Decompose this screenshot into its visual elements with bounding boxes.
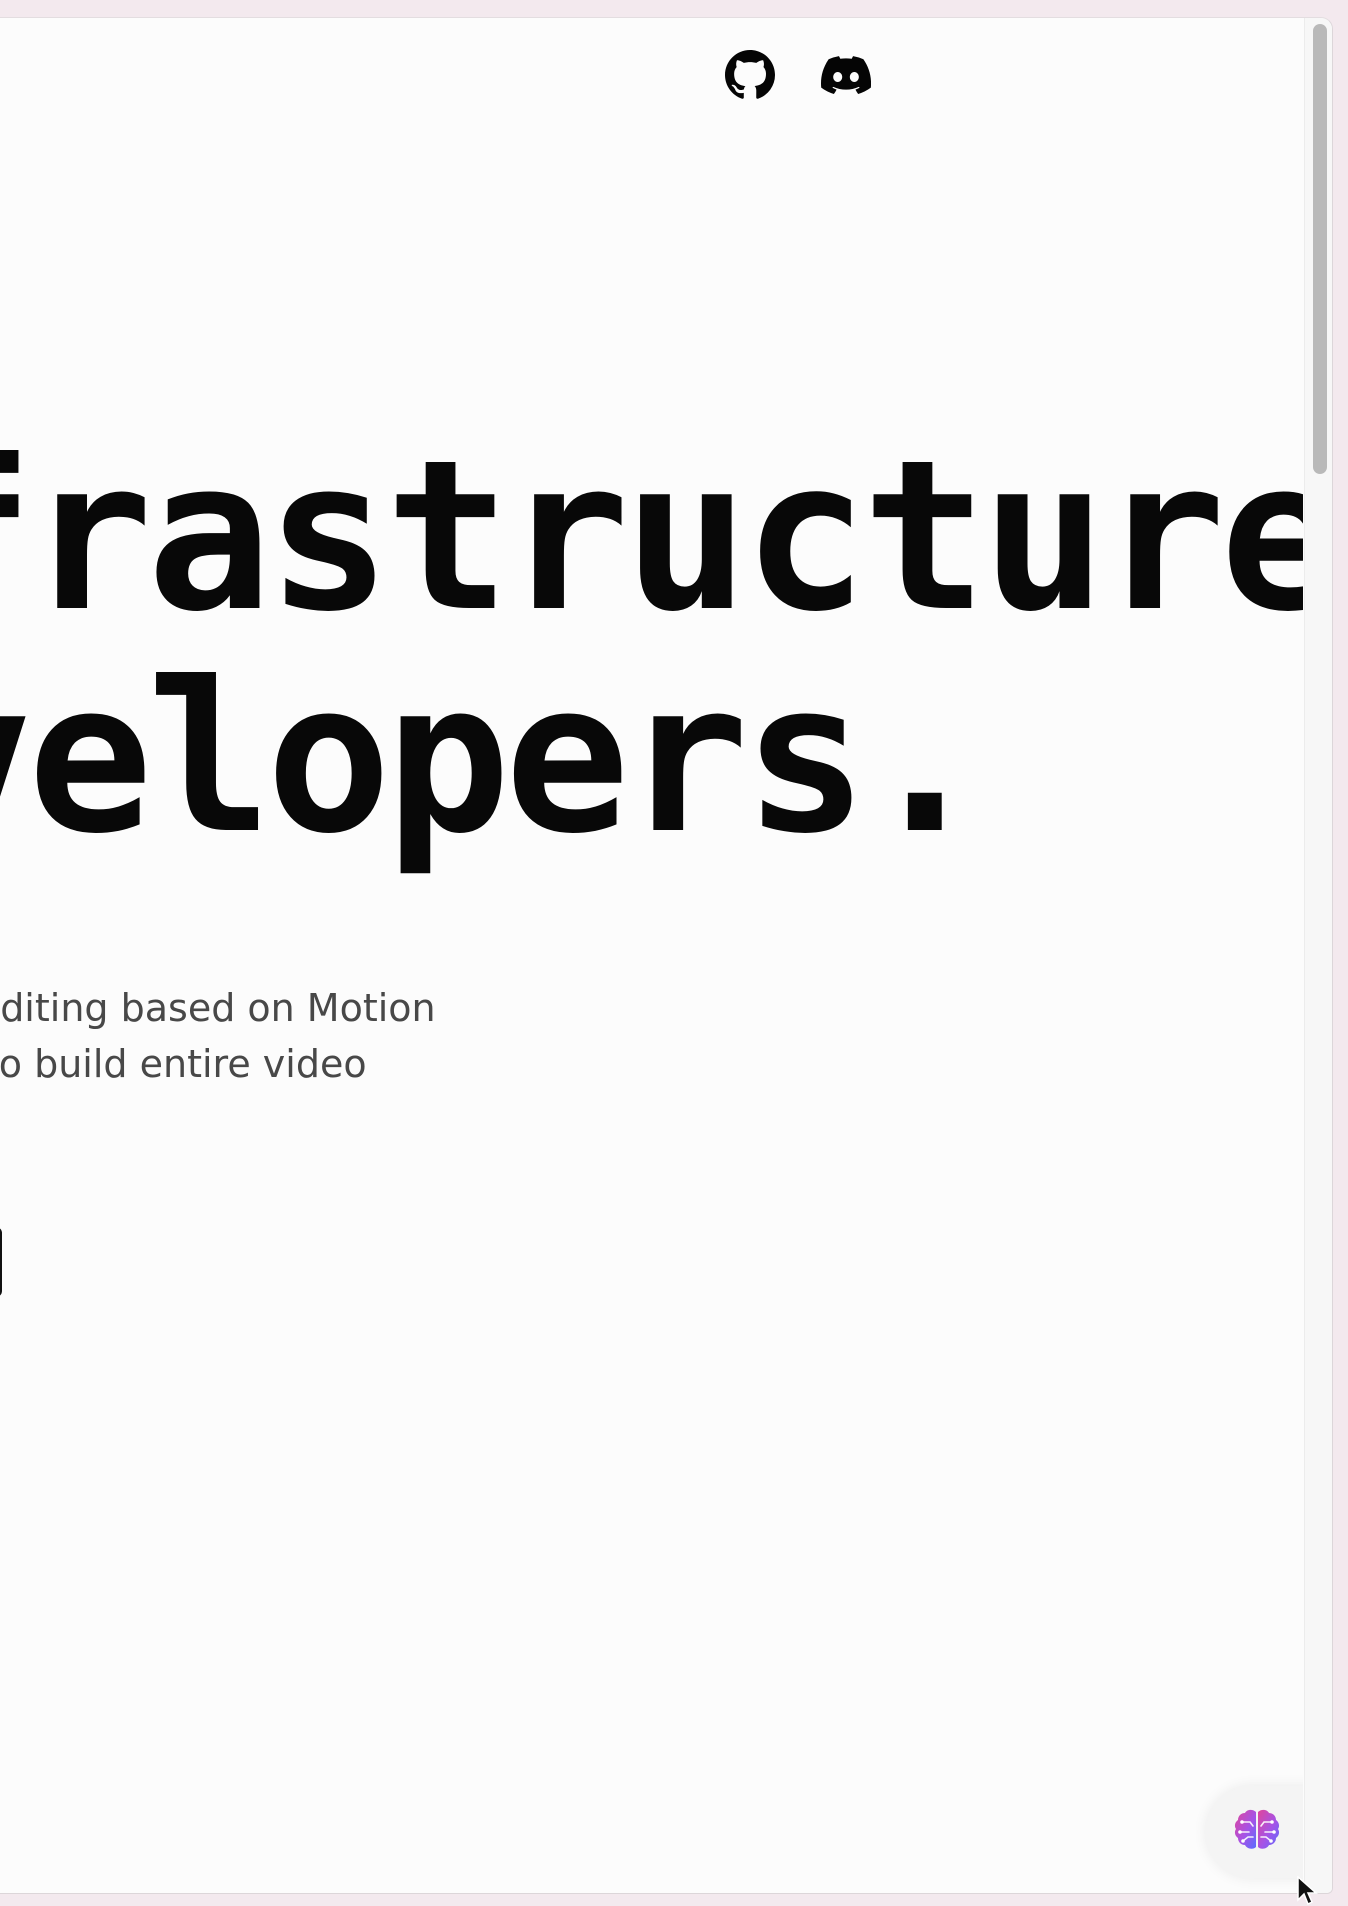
hero-heading-line-1: infrastructure xyxy=(0,416,1303,658)
ai-assistant-button[interactable] xyxy=(1206,1786,1303,1878)
mouse-cursor-icon xyxy=(1297,1876,1318,1906)
landing-page: infrastructure developers. programmatic … xyxy=(0,18,1303,1893)
hero-heading: infrastructure developers. xyxy=(0,416,1303,880)
cta-button-edge[interactable] xyxy=(0,1227,2,1297)
vertical-scrollbar[interactable] xyxy=(1304,18,1332,1893)
github-link[interactable] xyxy=(725,48,775,102)
hero-heading-line-2: developers. xyxy=(0,638,988,880)
browser-viewport: infrastructure developers. programmatic … xyxy=(0,17,1333,1894)
scrollbar-thumb[interactable] xyxy=(1313,24,1327,474)
discord-link[interactable] xyxy=(821,48,871,102)
discord-icon xyxy=(821,56,871,95)
hero-subtitle-line-1: programmatic video editing based on Moti… xyxy=(0,986,436,1030)
hero-subtitle-line-2: automation flows, or to build entire vid… xyxy=(0,1042,367,1086)
github-icon xyxy=(725,50,775,99)
brain-icon xyxy=(1234,1809,1280,1849)
hero-subtitle: programmatic video editing based on Moti… xyxy=(0,980,580,1092)
